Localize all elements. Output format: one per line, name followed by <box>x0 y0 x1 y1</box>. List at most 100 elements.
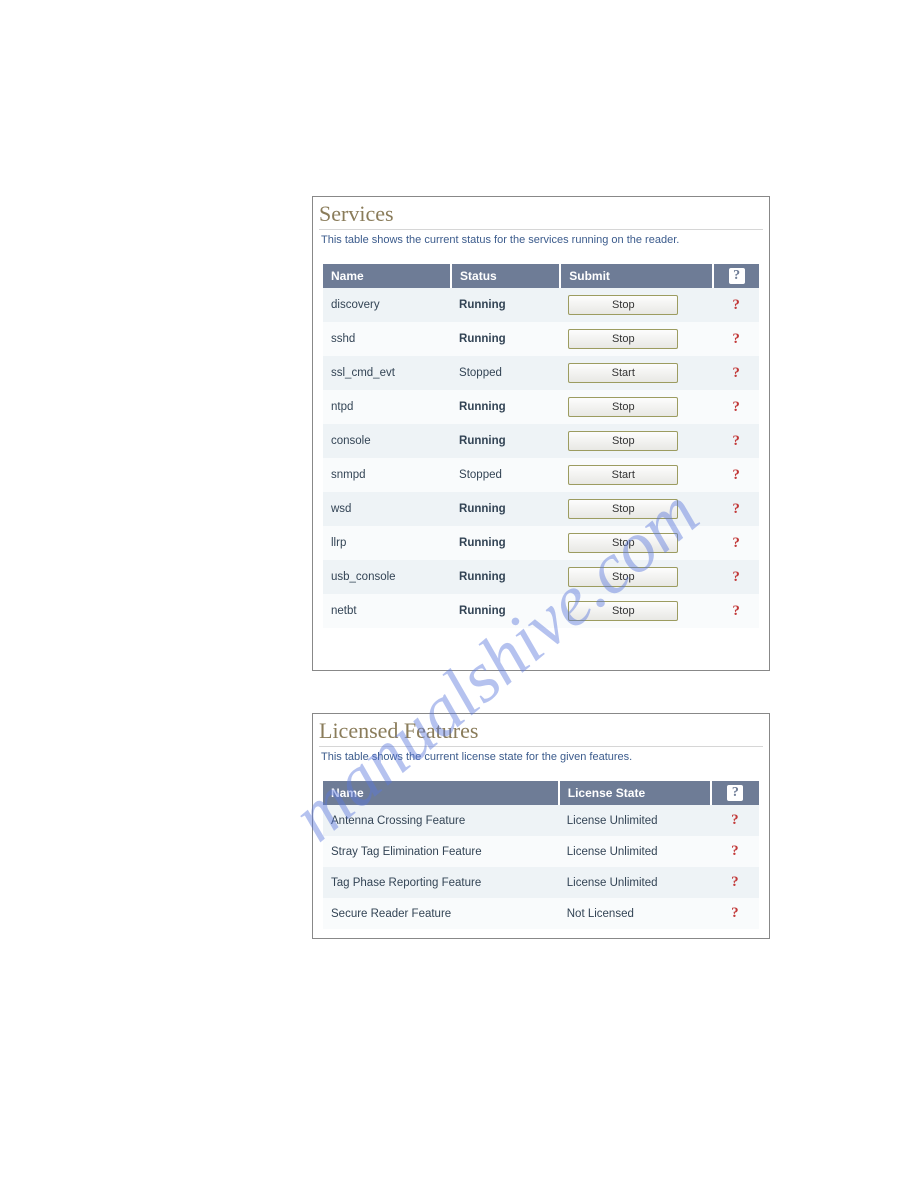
table-row: wsdRunning Stop? <box>323 492 759 526</box>
stop-button[interactable]: Stop <box>568 295 678 315</box>
service-submit-cell: Start <box>560 356 713 390</box>
service-submit-cell: Stop <box>560 526 713 560</box>
help-icon[interactable]: ? <box>732 331 740 347</box>
services-description: This table shows the current status for … <box>321 234 761 246</box>
help-icon[interactable]: ? <box>732 501 740 517</box>
service-name: sshd <box>323 322 451 356</box>
service-name: netbt <box>323 594 451 628</box>
help-cell: ? <box>713 322 759 356</box>
help-cell: ? <box>713 594 759 628</box>
help-cell: ? <box>713 424 759 458</box>
stop-button[interactable]: Stop <box>568 431 678 451</box>
help-icon[interactable]: ? <box>732 467 740 483</box>
licensed-features-panel: Licensed Features This table shows the c… <box>312 713 770 939</box>
help-cell: ? <box>713 288 759 322</box>
start-button[interactable]: Start <box>568 363 678 383</box>
service-status: Stopped <box>451 458 560 492</box>
features-header-row: Name License State ? <box>323 781 759 805</box>
help-icon[interactable]: ? <box>731 874 739 890</box>
help-cell: ? <box>711 898 759 929</box>
service-name: ntpd <box>323 390 451 424</box>
stop-button[interactable]: Stop <box>568 329 678 349</box>
start-button[interactable]: Start <box>568 465 678 485</box>
service-submit-cell: Start <box>560 458 713 492</box>
service-status: Stopped <box>451 356 560 390</box>
services-header-row: Name Status Submit ? <box>323 264 759 288</box>
service-submit-cell: Stop <box>560 322 713 356</box>
service-status: Running <box>451 526 560 560</box>
feature-name: Stray Tag Elimination Feature <box>323 836 559 867</box>
col-name: Name <box>323 264 451 288</box>
service-submit-cell: Stop <box>560 390 713 424</box>
service-name: wsd <box>323 492 451 526</box>
license-state: License Unlimited <box>559 836 711 867</box>
service-submit-cell: Stop <box>560 492 713 526</box>
service-status: Running <box>451 492 560 526</box>
service-name: usb_console <box>323 560 451 594</box>
table-row: Secure Reader FeatureNot Licensed? <box>323 898 759 929</box>
service-status: Running <box>451 288 560 322</box>
service-name: llrp <box>323 526 451 560</box>
service-submit-cell: Stop <box>560 560 713 594</box>
help-icon[interactable]: ? <box>727 785 743 801</box>
table-row: ssl_cmd_evtStoppedStart? <box>323 356 759 390</box>
help-icon[interactable]: ? <box>732 297 740 313</box>
table-row: sshdRunning Stop? <box>323 322 759 356</box>
stop-button[interactable]: Stop <box>568 601 678 621</box>
help-icon[interactable]: ? <box>732 535 740 551</box>
table-row: Tag Phase Reporting FeatureLicense Unlim… <box>323 867 759 898</box>
service-status: Running <box>451 594 560 628</box>
service-submit-cell: Stop <box>560 424 713 458</box>
help-cell: ? <box>713 492 759 526</box>
table-row: Stray Tag Elimination FeatureLicense Unl… <box>323 836 759 867</box>
service-submit-cell: Stop <box>560 288 713 322</box>
service-status: Running <box>451 390 560 424</box>
service-name: snmpd <box>323 458 451 492</box>
help-icon[interactable]: ? <box>732 365 740 381</box>
services-table: Name Status Submit ? discoveryRunningSto… <box>323 264 759 628</box>
table-row: llrpRunning Stop? <box>323 526 759 560</box>
feature-name: Tag Phase Reporting Feature <box>323 867 559 898</box>
features-title: Licensed Features <box>319 718 763 747</box>
feature-name: Secure Reader Feature <box>323 898 559 929</box>
license-state: Not Licensed <box>559 898 711 929</box>
help-cell: ? <box>711 836 759 867</box>
table-row: discoveryRunningStop? <box>323 288 759 322</box>
help-cell: ? <box>711 867 759 898</box>
help-icon[interactable]: ? <box>731 905 739 921</box>
help-icon[interactable]: ? <box>732 399 740 415</box>
stop-button[interactable]: Stop <box>568 397 678 417</box>
service-name: console <box>323 424 451 458</box>
service-submit-cell: Stop <box>560 594 713 628</box>
feature-name: Antenna Crossing Feature <box>323 805 559 836</box>
col-help: ? <box>711 781 759 805</box>
help-icon[interactable]: ? <box>731 843 739 859</box>
help-cell: ? <box>711 805 759 836</box>
help-icon[interactable]: ? <box>731 812 739 828</box>
col-help: ? <box>713 264 759 288</box>
table-row: consoleRunning Stop? <box>323 424 759 458</box>
help-icon[interactable]: ? <box>729 268 745 284</box>
features-table: Name License State ? Antenna Crossing Fe… <box>323 781 759 929</box>
table-row: usb_consoleRunning Stop? <box>323 560 759 594</box>
license-state: License Unlimited <box>559 805 711 836</box>
service-status: Running <box>451 560 560 594</box>
stop-button[interactable]: Stop <box>568 533 678 553</box>
col-license-state: License State <box>559 781 711 805</box>
table-row: ntpdRunning Stop? <box>323 390 759 424</box>
col-submit: Submit <box>560 264 713 288</box>
help-icon[interactable]: ? <box>732 569 740 585</box>
help-cell: ? <box>713 356 759 390</box>
table-row: netbtRunning Stop? <box>323 594 759 628</box>
service-status: Running <box>451 322 560 356</box>
service-status: Running <box>451 424 560 458</box>
stop-button[interactable]: Stop <box>568 567 678 587</box>
col-status: Status <box>451 264 560 288</box>
help-icon[interactable]: ? <box>732 433 740 449</box>
col-feature-name: Name <box>323 781 559 805</box>
help-cell: ? <box>713 458 759 492</box>
stop-button[interactable]: Stop <box>568 499 678 519</box>
features-description: This table shows the current license sta… <box>321 751 761 763</box>
help-icon[interactable]: ? <box>732 603 740 619</box>
table-row: Antenna Crossing FeatureLicense Unlimite… <box>323 805 759 836</box>
